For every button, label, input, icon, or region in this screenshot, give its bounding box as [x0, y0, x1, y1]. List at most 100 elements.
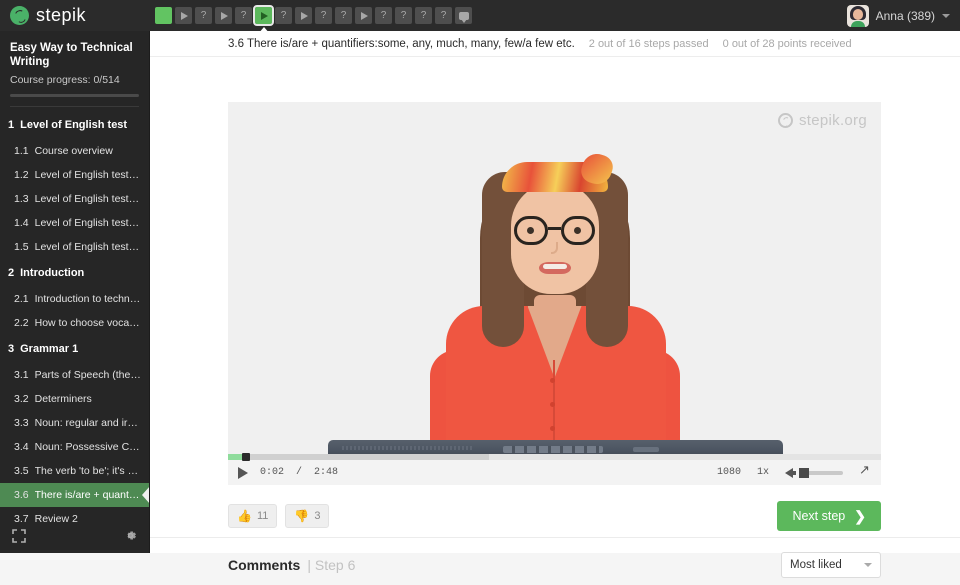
- toc-unit-3-3[interactable]: 3.3 Noun: regular and irre...: [0, 411, 149, 435]
- step-indicator-1[interactable]: [155, 7, 172, 24]
- question-icon: ?: [420, 9, 427, 21]
- toc-number: 3.4: [14, 441, 29, 453]
- step-indicator-7[interactable]: ?: [275, 7, 292, 24]
- toc-label: Level of English test: [20, 119, 128, 131]
- step-indicator-4[interactable]: [215, 7, 232, 24]
- play-button[interactable]: [238, 466, 248, 479]
- comments-step-label: | Step 6: [307, 557, 356, 573]
- video-quality-selector[interactable]: 1080: [717, 467, 741, 478]
- video-buffered-range: [228, 454, 490, 460]
- question-icon: ?: [320, 9, 327, 21]
- step-indicator-10[interactable]: ?: [335, 7, 352, 24]
- course-sidebar: Easy Way to Technical Writing Course pro…: [0, 31, 150, 553]
- toc-number: 1.5: [14, 241, 29, 253]
- toc-unit-1-2[interactable]: 1.2 Level of English test: P...: [0, 163, 149, 187]
- step-indicator-9[interactable]: ?: [315, 7, 332, 24]
- points-received-status: 0 out of 28 points received: [722, 37, 852, 50]
- toc-label: The verb 'to be'; it's vs ...: [34, 465, 141, 477]
- video-speed-selector[interactable]: 1x: [757, 467, 769, 478]
- toc-label: Level of English test: P...: [34, 217, 141, 229]
- toc-unit-3-2[interactable]: 3.2 Determiners: [0, 387, 149, 411]
- gear-icon[interactable]: [123, 528, 138, 548]
- toc-number: 3.6: [14, 489, 29, 501]
- video-seek-bar[interactable]: [228, 453, 881, 461]
- toc-unit-1-1[interactable]: 1.1 Course overview: [0, 139, 149, 163]
- step-indicator-11[interactable]: [355, 7, 372, 24]
- step-indicator-6-current[interactable]: [253, 5, 274, 26]
- course-header: Easy Way to Technical Writing Course pro…: [0, 31, 149, 97]
- fullscreen-icon[interactable]: [859, 462, 871, 479]
- toc-label: Level of English test: P...: [34, 241, 141, 253]
- toc-label: Parts of Speech (their ...: [34, 369, 141, 381]
- fullscreen-icon[interactable]: [12, 528, 26, 548]
- play-icon: [221, 11, 228, 20]
- video-seek-handle[interactable]: [242, 453, 251, 461]
- toc-section[interactable]: 1 Level of English test: [0, 111, 149, 139]
- toc-section[interactable]: 2 Introduction: [0, 259, 149, 287]
- toc-label: Noun: regular and irre...: [34, 417, 141, 429]
- toc-unit-1-4[interactable]: 1.4 Level of English test: P...: [0, 211, 149, 235]
- question-icon: ?: [400, 9, 407, 21]
- step-indicator-16[interactable]: [455, 7, 472, 24]
- play-icon: [261, 11, 268, 20]
- comments-title: Comments: [228, 557, 301, 573]
- chevron-down-icon: [942, 13, 950, 18]
- next-step-button[interactable]: Next step ❯: [777, 501, 881, 531]
- toc-number: 1.1: [14, 145, 29, 157]
- thumbs-up-icon: 👍: [237, 509, 252, 523]
- step-indicator-8[interactable]: [295, 7, 312, 24]
- video-time-separator: /: [296, 467, 303, 478]
- toc-unit-3-4[interactable]: 3.4 Noun: Possessive Cas...: [0, 435, 149, 459]
- toc-unit-3-6-active[interactable]: 3.6 There is/are + quantifi...: [0, 483, 149, 507]
- question-icon: ?: [340, 9, 347, 21]
- video-player[interactable]: stepik.org 0:02 / 2:48 1080 1x ↗: [228, 102, 881, 485]
- video-stage[interactable]: stepik.org: [228, 102, 881, 460]
- toc-number: 1: [8, 119, 15, 131]
- toc-number: 1.2: [14, 169, 29, 181]
- play-icon: [181, 11, 188, 20]
- toc-number: 2.2: [14, 317, 29, 329]
- question-icon: ?: [280, 9, 287, 21]
- toc-number: 1.3: [14, 193, 29, 205]
- course-progress-label: Course progress: 0/514: [10, 74, 120, 86]
- toc-number: 1.4: [14, 217, 29, 229]
- toc-unit-1-5[interactable]: 1.5 Level of English test: P...: [0, 235, 149, 259]
- step-navigation[interactable]: ? ? ? ? ? ? ? ? ?: [155, 5, 472, 26]
- thumbs-down-icon: 👎: [294, 509, 310, 523]
- toc-label: How to choose vocab...: [34, 317, 141, 329]
- stepik-logo[interactable]: stepik: [0, 0, 150, 31]
- top-navigation-bar: stepik ? ? ? ? ? ? ? ? ? Anna (389): [0, 0, 960, 31]
- lesson-content: stepik.org 0:02 / 2:48 1080 1x ↗ 👍 11 👎 …: [150, 57, 960, 578]
- like-button[interactable]: 👍 11: [228, 504, 278, 528]
- main-content: 3.6 There is/are + quantifiers:some, any…: [150, 31, 960, 578]
- toc-unit-1-3[interactable]: 1.3 Level of English test: P...: [0, 187, 149, 211]
- step-indicator-15[interactable]: ?: [435, 7, 452, 24]
- volume-control[interactable]: [785, 467, 843, 478]
- speaker-icon[interactable]: [785, 467, 796, 478]
- dislike-button[interactable]: 👎 3: [285, 504, 330, 528]
- step-indicator-5[interactable]: ?: [235, 7, 252, 24]
- toc-number: 3.3: [14, 417, 29, 429]
- comment-icon: [458, 11, 469, 23]
- toc-number: 3.5: [14, 465, 29, 477]
- toc-unit-2-2[interactable]: 2.2 How to choose vocab...: [0, 311, 149, 335]
- comments-sort-select[interactable]: Most liked: [781, 552, 881, 578]
- step-indicator-13[interactable]: ?: [395, 7, 412, 24]
- step-indicator-3[interactable]: ?: [195, 7, 212, 24]
- course-progress-bar: [10, 94, 139, 97]
- toc-label: Level of English test: P...: [34, 193, 141, 205]
- stepik-watermark: stepik.org: [777, 112, 867, 129]
- step-indicator-2[interactable]: [175, 7, 192, 24]
- toc-unit-2-1[interactable]: 2.1 Introduction to technic...: [0, 287, 149, 311]
- play-icon: [361, 11, 368, 20]
- toc-number: 2.1: [14, 293, 29, 305]
- user-menu[interactable]: Anna (389): [846, 4, 950, 27]
- sidebar-footer: [0, 523, 149, 553]
- volume-slider[interactable]: [799, 467, 843, 478]
- step-indicator-14[interactable]: ?: [415, 7, 432, 24]
- toc-unit-3-5[interactable]: 3.5 The verb 'to be'; it's vs ...: [0, 459, 149, 483]
- toc-unit-3-1[interactable]: 3.1 Parts of Speech (their ...: [0, 363, 149, 387]
- toc-section[interactable]: 3 Grammar 1: [0, 335, 149, 363]
- avatar: [846, 4, 869, 27]
- step-indicator-12[interactable]: ?: [375, 7, 392, 24]
